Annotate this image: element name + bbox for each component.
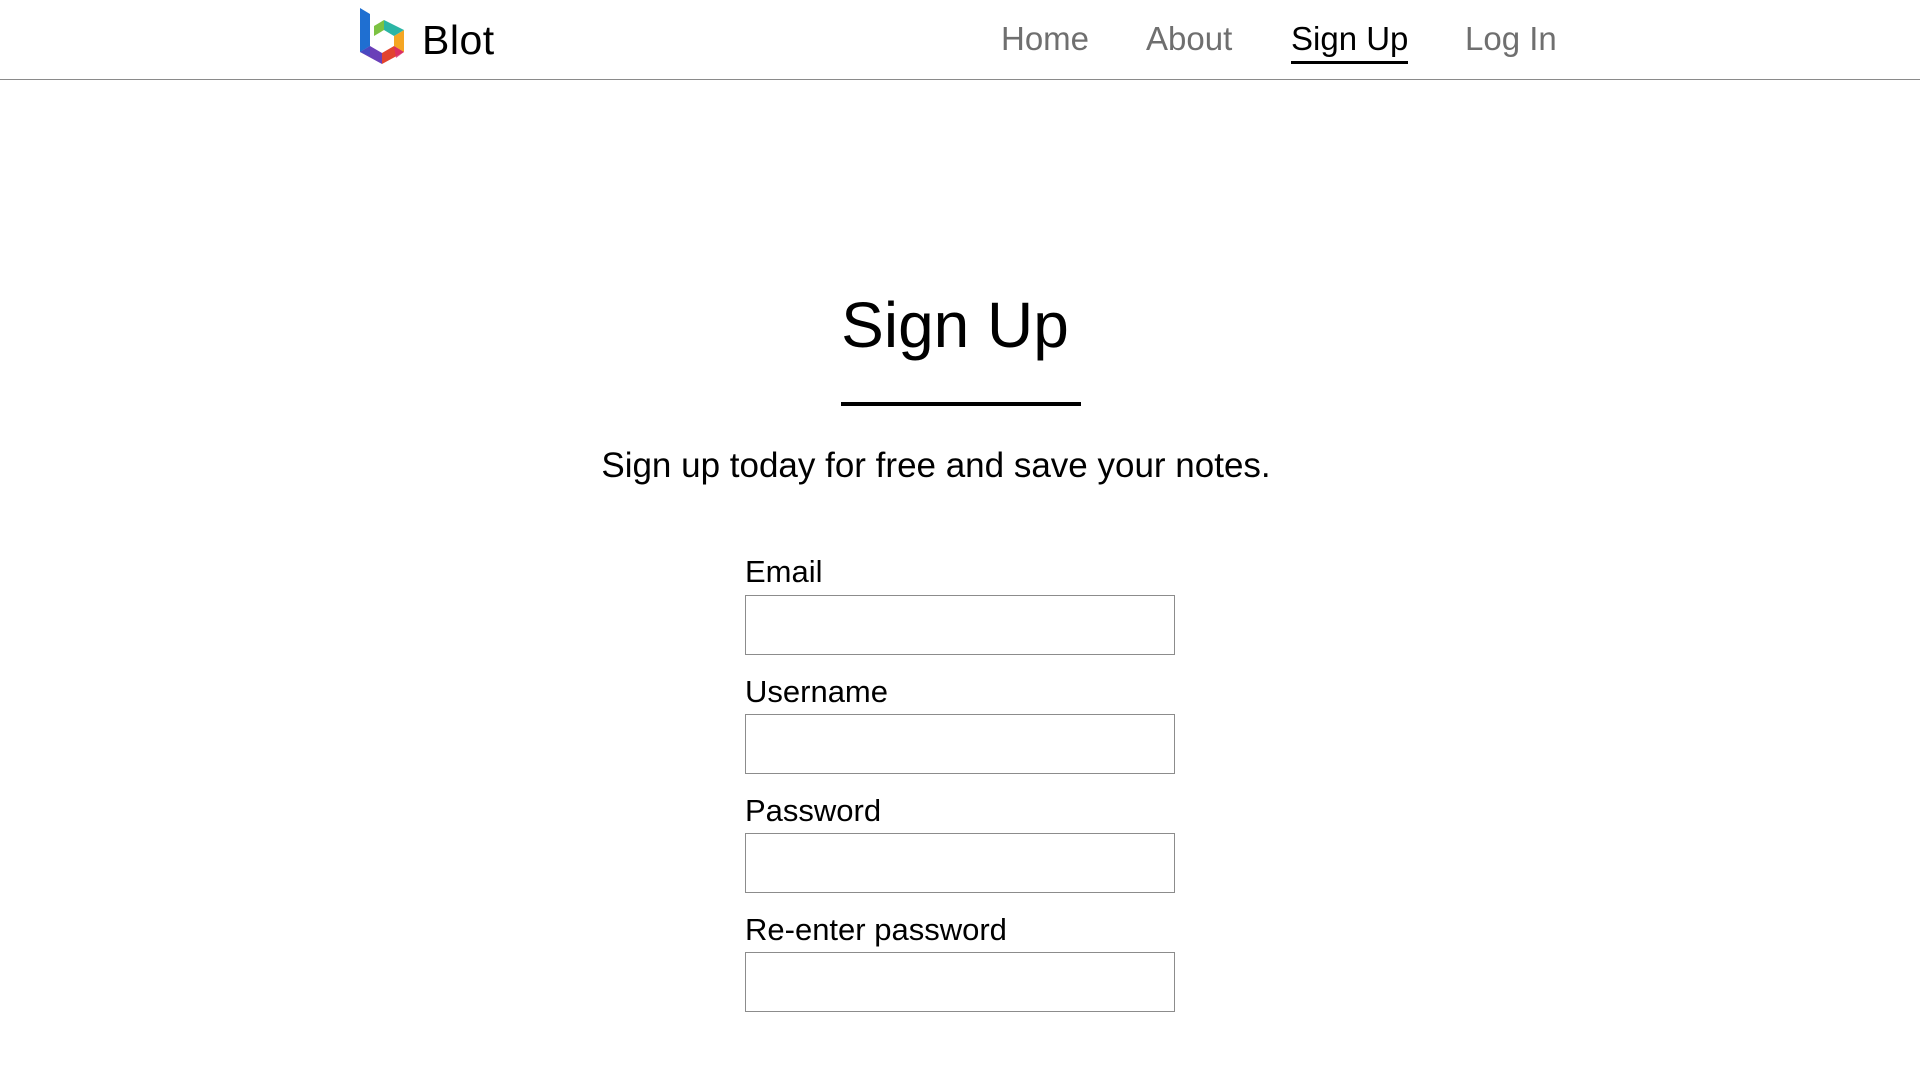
password-label: Password	[745, 793, 882, 828]
username-label: Username	[745, 674, 888, 709]
username-field[interactable]	[745, 714, 1175, 774]
page-title: Sign Up	[841, 289, 1069, 361]
email-label: Email	[745, 554, 823, 589]
main-nav: Home About Sign Up Log In	[0, 0, 1920, 80]
password-field[interactable]	[745, 833, 1175, 893]
email-field[interactable]	[745, 595, 1175, 655]
nav-home[interactable]: Home	[1001, 20, 1089, 58]
title-divider	[841, 402, 1081, 406]
reenter-password-field[interactable]	[745, 952, 1175, 1012]
reenter-password-label: Re-enter password	[745, 912, 1007, 947]
nav-sign-up[interactable]: Sign Up	[1291, 20, 1409, 64]
page-subtitle: Sign up today for free and save your not…	[601, 446, 1271, 485]
nav-log-in[interactable]: Log In	[1465, 20, 1557, 58]
nav-about[interactable]: About	[1146, 20, 1232, 58]
site-header: Blot Home About Sign Up Log In	[0, 0, 1920, 80]
